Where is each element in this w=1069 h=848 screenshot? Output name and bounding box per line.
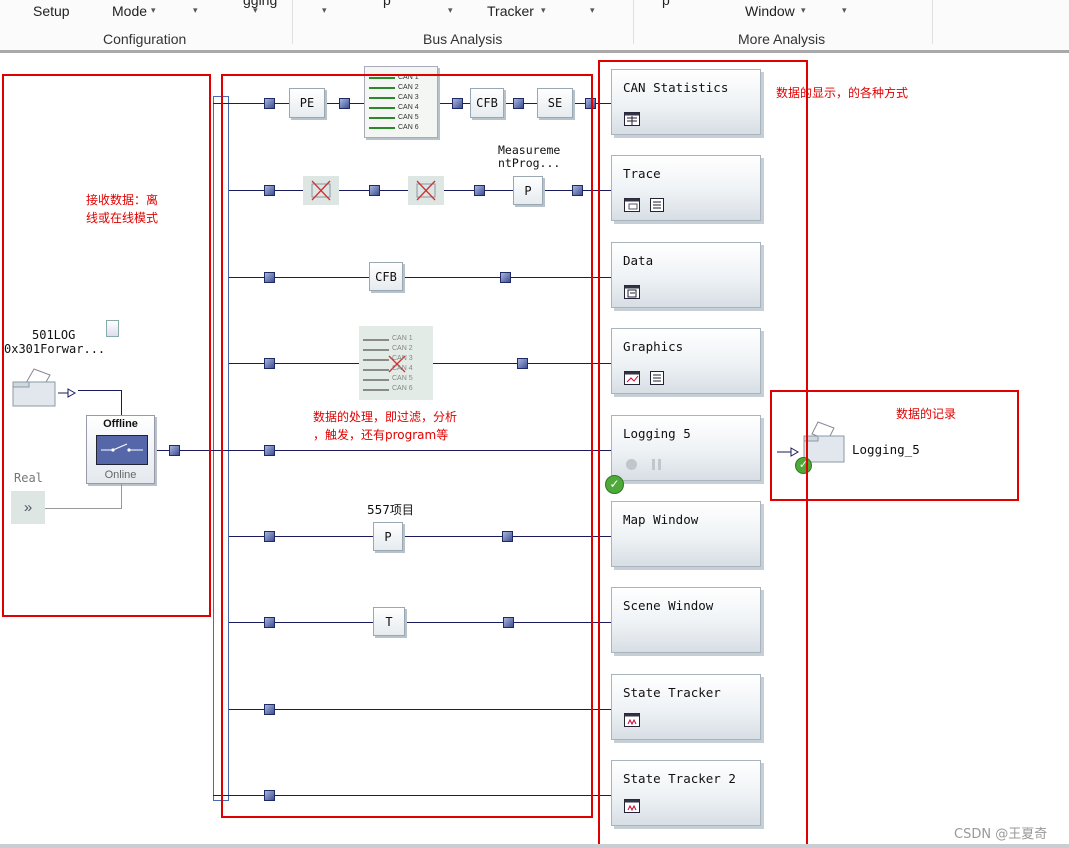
group-configuration-label: Configuration xyxy=(103,31,187,47)
ribbon-mode-button[interactable]: Mode xyxy=(112,3,147,19)
chevron-down-icon[interactable]: ▾ xyxy=(590,5,595,16)
watermark: CSDN @王夏奇 xyxy=(954,827,1048,842)
chevron-down-icon[interactable]: ▾ xyxy=(801,5,806,16)
ribbon-setup-button[interactable]: Setup xyxy=(33,3,70,19)
display-annotation: 数据的显示，的各种方式 xyxy=(776,86,909,100)
ribbon-tracker-button[interactable]: Tracker xyxy=(487,3,534,19)
chevron-down-icon[interactable]: ▾ xyxy=(842,5,847,16)
receive-data-highlight xyxy=(2,74,211,617)
group-bus-analysis-label: Bus Analysis xyxy=(423,31,503,47)
chevron-down-icon[interactable]: ▾ xyxy=(322,5,327,16)
chevron-down-icon[interactable]: ▾ xyxy=(541,5,546,16)
chevron-down-icon[interactable]: ▾ xyxy=(151,5,156,16)
ribbon-toolbar: gging p p Setup Mode ▾ ▾ ▾ ▾ ▾ Tracker ▾… xyxy=(0,0,1069,53)
logging-highlight xyxy=(770,390,1019,501)
receive-annotation: 接收数据：离 线或在线模式 xyxy=(86,193,159,225)
group-more-analysis-label: More Analysis xyxy=(738,31,826,47)
chevron-down-icon[interactable]: ▾ xyxy=(253,5,258,16)
chevron-down-icon[interactable]: ▾ xyxy=(193,5,198,16)
ribbon-window-button[interactable]: Window xyxy=(745,3,795,19)
chevron-down-icon[interactable]: ▾ xyxy=(448,5,453,16)
process-annotation: 数据的处理，即过滤，分析 ，触发，还有program等 xyxy=(313,410,458,442)
logging-annotation: 数据的记录 xyxy=(896,407,957,421)
processing-highlight xyxy=(221,74,593,818)
